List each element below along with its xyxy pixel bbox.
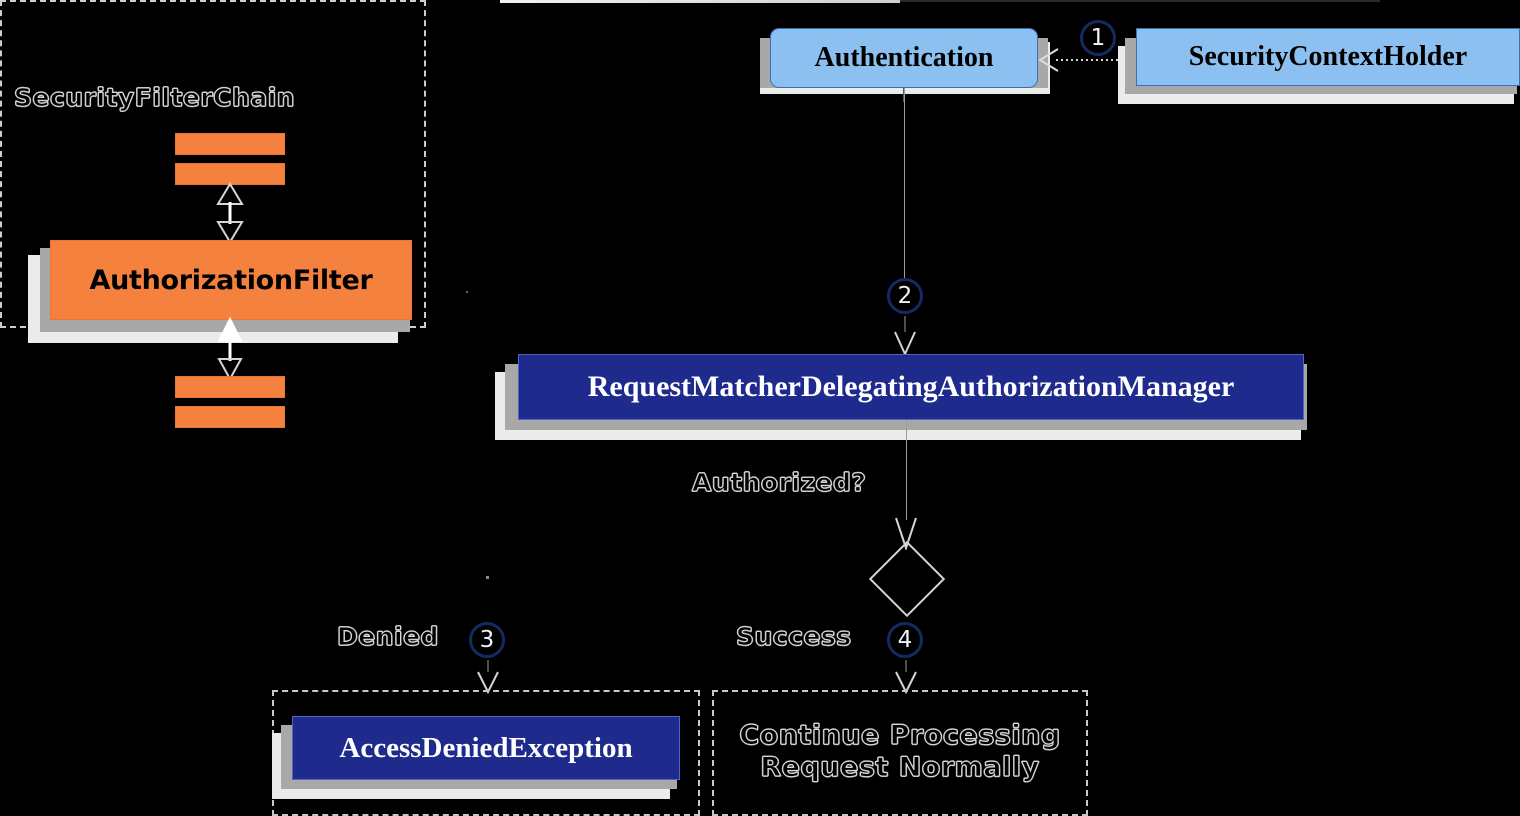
securitycontextholder-label: SecurityContextHolder: [1188, 41, 1468, 72]
clipped-top-edge: [500, 0, 900, 3]
continue-processing-node: Continue Processing Request Normally: [712, 720, 1088, 784]
stray-dot-2: [486, 576, 489, 579]
step-badge-2: 2: [887, 278, 923, 314]
access-denied-exception-label: AccessDeniedException: [339, 731, 633, 764]
filter-chain-arrow-top: [216, 182, 244, 244]
authentication-node[interactable]: Authentication: [770, 28, 1038, 88]
step-badge-1: 1: [1080, 20, 1116, 56]
continue-processing-line-1: Continue Processing: [739, 720, 1061, 752]
stray-dot-1: [466, 291, 468, 293]
filter-slab-top-1: [175, 133, 285, 155]
authorization-manager-label: RequestMatcherDelegatingAuthorizationMan…: [587, 370, 1235, 403]
filter-chain-arrow-bottom: [217, 317, 243, 381]
clipped-top-edge-secondary: [900, 0, 1380, 2]
diagram-canvas: SecurityFilterChain AuthorizationFilter …: [0, 0, 1520, 816]
step-badge-3: 3: [469, 622, 505, 658]
arrow-into-access-denied: [477, 660, 499, 694]
securitycontextholder-to-authentication-arrow: [1038, 48, 1130, 72]
authorization-manager-node[interactable]: RequestMatcherDelegatingAuthorizationMan…: [518, 354, 1304, 420]
authorization-decision-diamond: [868, 540, 946, 618]
access-denied-exception-node[interactable]: AccessDeniedException: [292, 716, 680, 780]
arrow-into-continue-processing: [895, 660, 917, 694]
authorization-filter-label: AuthorizationFilter: [89, 264, 373, 296]
authorization-filter-node[interactable]: AuthorizationFilter: [50, 240, 412, 320]
filter-slab-bottom-1: [175, 376, 285, 398]
securitycontextholder-node[interactable]: SecurityContextHolder: [1136, 28, 1520, 86]
filter-slab-bottom-2: [175, 406, 285, 428]
denied-branch-label: Denied: [337, 622, 439, 652]
continue-processing-line-2: Request Normally: [760, 751, 1040, 783]
authorized-question-label: Authorized?: [691, 468, 867, 498]
security-filter-chain-label: SecurityFilterChain: [13, 83, 296, 113]
success-branch-label: Success: [736, 622, 852, 652]
arrow-into-authorization-manager: [894, 316, 916, 356]
authentication-label: Authentication: [814, 42, 994, 73]
manager-to-decision-line: [906, 420, 907, 520]
authentication-to-manager-line: [904, 88, 905, 278]
step-badge-4: 4: [887, 622, 923, 658]
